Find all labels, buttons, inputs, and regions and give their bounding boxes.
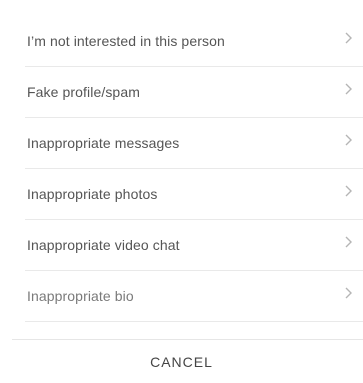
divider <box>12 339 363 340</box>
option-label: Inappropriate photos <box>27 186 158 202</box>
chevron-right-icon <box>345 32 352 44</box>
report-options-list: I’m not interested in this person Fake p… <box>25 16 363 322</box>
report-option-fake-profile[interactable]: Fake profile/spam <box>25 67 363 118</box>
chevron-right-icon <box>345 287 352 299</box>
option-label: Inappropriate bio <box>27 288 134 304</box>
report-option-inappropriate-photos[interactable]: Inappropriate photos <box>25 169 363 220</box>
cancel-section: CANCEL <box>0 339 363 383</box>
chevron-right-icon <box>345 83 352 95</box>
report-sheet: I’m not interested in this person Fake p… <box>0 0 363 383</box>
chevron-right-icon <box>345 236 352 248</box>
report-option-inappropriate-messages[interactable]: Inappropriate messages <box>25 118 363 169</box>
report-option-inappropriate-bio[interactable]: Inappropriate bio <box>25 271 363 322</box>
report-option-inappropriate-video-chat[interactable]: Inappropriate video chat <box>25 220 363 271</box>
option-label: I’m not interested in this person <box>27 33 225 49</box>
chevron-right-icon <box>345 134 352 146</box>
chevron-right-icon <box>345 185 352 197</box>
option-label: Inappropriate messages <box>27 135 180 151</box>
report-option-not-interested[interactable]: I’m not interested in this person <box>25 16 363 67</box>
option-label: Inappropriate video chat <box>27 237 180 253</box>
option-label: Fake profile/spam <box>27 84 140 100</box>
cancel-button[interactable]: CANCEL <box>0 347 363 377</box>
